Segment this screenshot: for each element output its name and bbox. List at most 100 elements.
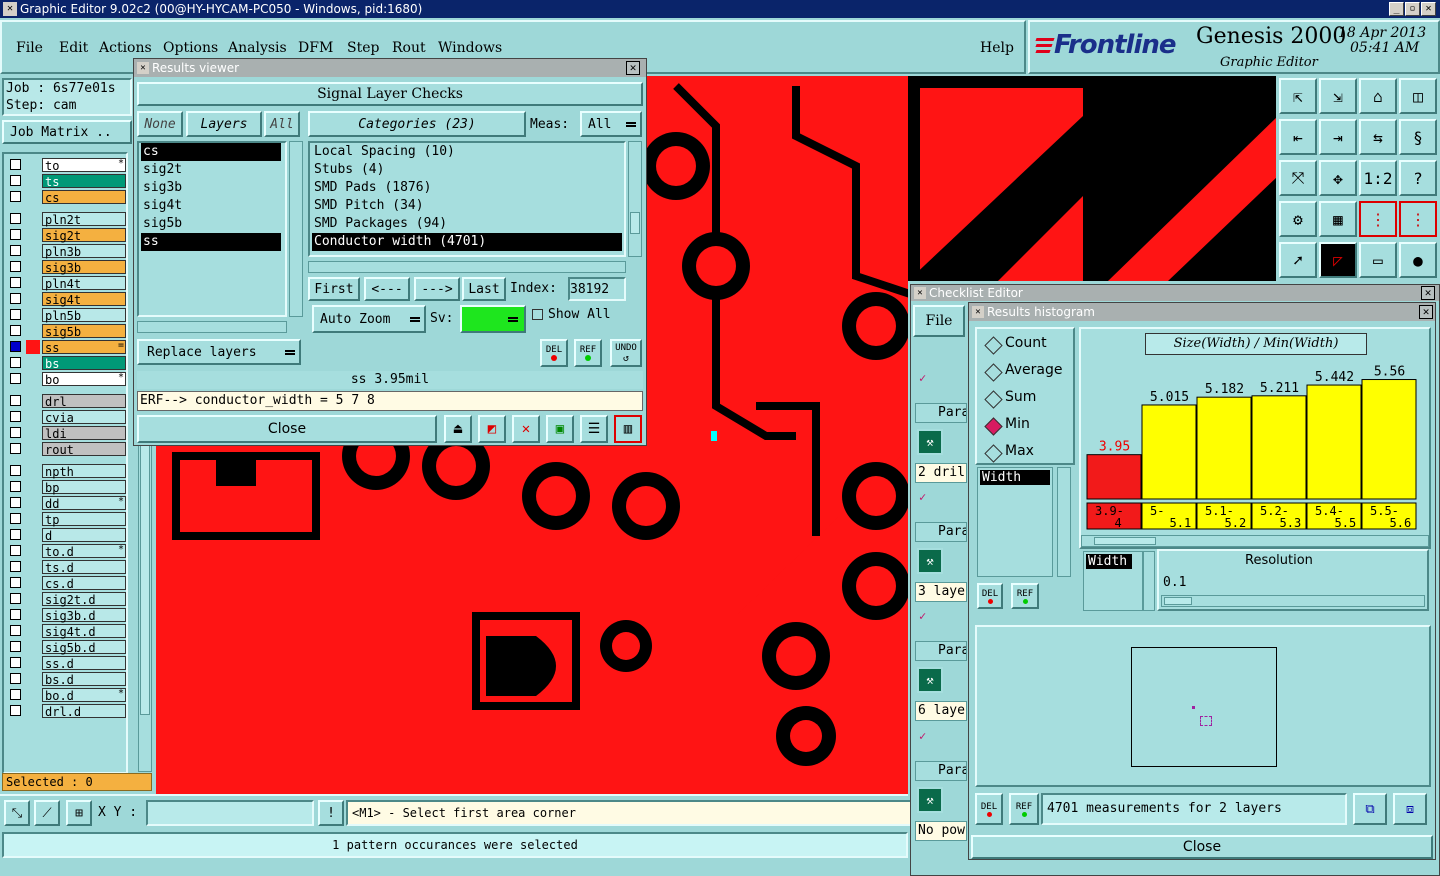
layer-row-tp[interactable]: tp xyxy=(8,512,126,527)
sv-color-dropdown[interactable] xyxy=(460,305,526,333)
layer-checkbox[interactable] xyxy=(10,373,21,384)
layer-row-drl[interactable]: drl xyxy=(8,394,126,409)
job-matrix-button[interactable]: Job Matrix .. xyxy=(2,120,132,144)
help-icon[interactable]: ? xyxy=(1399,160,1437,196)
maximize-button[interactable]: ▫ xyxy=(1405,2,1420,16)
reference-marker-button[interactable]: REF xyxy=(574,339,602,367)
layer-row-sig2t.d[interactable]: sig2t.d xyxy=(8,592,126,607)
checklist-action-icon[interactable]: ⚒ xyxy=(917,667,943,693)
layer-name[interactable]: drl.d xyxy=(42,704,126,719)
checklist-check-icon[interactable]: ✓ xyxy=(919,371,931,385)
home-icon[interactable]: ⌂ xyxy=(1359,78,1397,114)
layer-row-sig3b[interactable]: sig3b xyxy=(8,260,126,275)
layer-checkbox[interactable] xyxy=(10,245,21,256)
layer-name[interactable]: d xyxy=(42,528,126,543)
layer-name[interactable]: ldi xyxy=(42,426,126,441)
histogram-reference-button[interactable]: REF xyxy=(1011,583,1039,609)
layer-row-d[interactable]: d xyxy=(8,528,126,543)
histogram-bar[interactable] xyxy=(1361,379,1417,500)
histogram-close-button[interactable]: Close xyxy=(971,835,1433,859)
layer-checkbox[interactable] xyxy=(10,609,21,620)
layer-row-pln4t[interactable]: pln4t xyxy=(8,276,126,291)
layer-name[interactable]: ts.d xyxy=(42,560,126,575)
layer-row-sig3b.d[interactable]: sig3b.d xyxy=(8,608,126,623)
layer-name[interactable]: tp xyxy=(42,512,126,527)
layer-row-drl.d[interactable]: drl.d xyxy=(8,704,126,719)
layer-list-item[interactable]: sig3b xyxy=(141,179,281,197)
checklist-action-icon[interactable]: ⚒ xyxy=(917,787,943,813)
layer-name[interactable]: cs xyxy=(42,190,126,205)
signal-layer-checks-header[interactable]: Signal Layer Checks xyxy=(137,82,643,106)
scale-1to2-icon[interactable]: 1:2 xyxy=(1359,160,1397,196)
layer-checkbox[interactable] xyxy=(10,673,21,684)
layer-row-ss[interactable]: ss = xyxy=(8,340,126,355)
xy-input[interactable] xyxy=(146,800,314,826)
layer-name[interactable]: bo.d xyxy=(42,688,126,703)
resolution-slider[interactable] xyxy=(1161,595,1425,607)
layer-checkbox[interactable] xyxy=(10,497,21,508)
histogram-hscroll[interactable] xyxy=(1081,535,1429,547)
menu-windows[interactable]: Windows xyxy=(438,40,502,56)
histogram-bar[interactable] xyxy=(1141,404,1197,500)
layer-checkbox[interactable] xyxy=(10,529,21,540)
layer-row-ts[interactable]: ts xyxy=(8,174,126,189)
mode-radio-max[interactable] xyxy=(984,444,1003,463)
layer-checkbox[interactable] xyxy=(10,513,21,524)
histogram-icon[interactable]: ▥ xyxy=(614,415,642,443)
layer-checkbox[interactable] xyxy=(10,427,21,438)
layer-row-sig5b[interactable]: sig5b xyxy=(8,324,126,339)
layer-row-bo[interactable]: bo * xyxy=(8,372,126,387)
ruler-icon[interactable]: ▭ xyxy=(1359,242,1397,278)
alert-icon[interactable]: ! xyxy=(318,800,344,826)
center-icon[interactable]: ✥ xyxy=(1319,160,1357,196)
layer-row-npth[interactable]: npth xyxy=(8,464,126,479)
layer-list-item[interactable]: cs xyxy=(141,143,281,161)
expand-icon[interactable]: ⤧ xyxy=(1279,160,1317,196)
move-left-icon[interactable]: ⇤ xyxy=(1279,119,1317,155)
grid-snap-icon[interactable]: ⊞ xyxy=(66,800,92,826)
layer-checkbox[interactable] xyxy=(10,593,21,604)
layer-row-rout[interactable]: rout xyxy=(8,442,126,457)
move-right-icon[interactable]: ⇥ xyxy=(1319,119,1357,155)
layer-row-cs[interactable]: cs xyxy=(8,190,126,205)
category-list-item[interactable]: Stubs (4) xyxy=(312,161,622,179)
layer-checkbox[interactable] xyxy=(10,705,21,716)
layer-name[interactable]: sig3b xyxy=(42,260,126,275)
menu-edit[interactable]: Edit xyxy=(59,40,88,56)
mode-radio-average[interactable] xyxy=(984,363,1003,382)
layer-name[interactable]: npth xyxy=(42,464,126,479)
layer-row-cvia[interactable]: cvia xyxy=(8,410,126,425)
attr2-item[interactable]: Width xyxy=(1086,554,1132,569)
menu-help[interactable]: Help xyxy=(980,40,1014,56)
highlight-markers-icon[interactable]: ⧈ xyxy=(1393,793,1427,825)
layer-name[interactable]: drl xyxy=(42,394,126,409)
layer-row-pln3b[interactable]: pln3b xyxy=(8,244,126,259)
menu-rout[interactable]: Rout xyxy=(392,40,426,56)
category-listbox-hscroll[interactable] xyxy=(308,261,626,273)
measure-red-icon[interactable]: ⋮ xyxy=(1359,201,1397,237)
settings-icon[interactable]: ⚙ xyxy=(1279,201,1317,237)
layer-row-sig2t[interactable]: sig2t xyxy=(8,228,126,243)
summary-delete-button[interactable]: DEL xyxy=(975,793,1003,825)
route-icon[interactable]: § xyxy=(1399,119,1437,155)
histogram-bar[interactable] xyxy=(1196,396,1252,500)
checklist-check-icon[interactable]: ✓ xyxy=(919,490,931,504)
layer-checkbox[interactable] xyxy=(10,341,21,352)
tool-icon-2[interactable]: ◩ xyxy=(478,415,506,443)
checklist-row-label[interactable]: Para xyxy=(915,761,967,781)
layer-row-sig5b.d[interactable]: sig5b.d xyxy=(8,640,126,655)
layer-name[interactable]: pln5b xyxy=(42,308,126,323)
layer-row-to[interactable]: to * xyxy=(8,158,126,173)
next-button[interactable]: ---> xyxy=(414,277,460,301)
measure-icon[interactable]: ⟋ xyxy=(34,800,60,826)
checklist-row-label[interactable]: 6 laye xyxy=(915,701,967,721)
checklist-close-icon[interactable]: ✕ xyxy=(1421,286,1435,300)
menu-step[interactable]: Step xyxy=(347,40,379,56)
attr-item[interactable]: Width xyxy=(980,470,1050,485)
mode-radio-sum[interactable] xyxy=(984,390,1003,409)
layer-row-bp[interactable]: bp xyxy=(8,480,126,495)
meas-dropdown[interactable]: All xyxy=(580,111,642,137)
layer-name[interactable]: sig2t.d xyxy=(42,592,126,607)
layer-name[interactable]: ts xyxy=(42,174,126,189)
layer-row-pln5b[interactable]: pln5b xyxy=(8,308,126,323)
